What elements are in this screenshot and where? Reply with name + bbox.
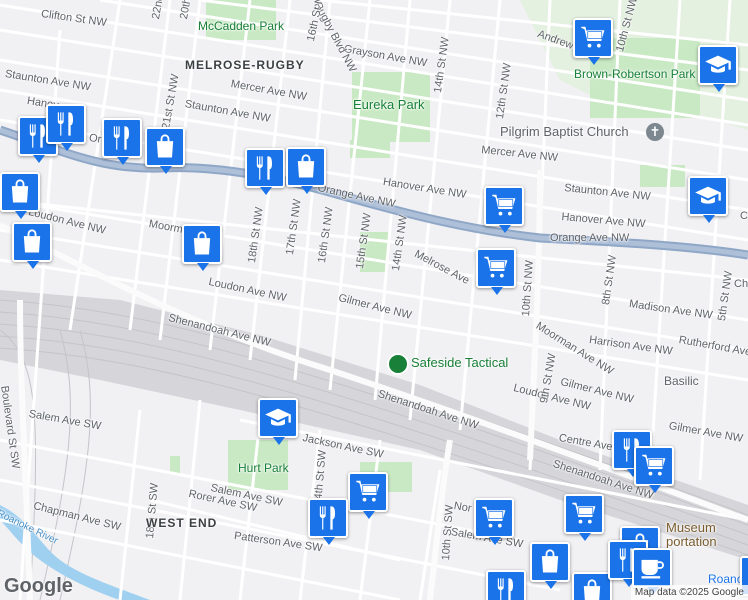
park-label[interactable]: McCadden Park bbox=[198, 19, 284, 33]
grocery-cart-pin[interactable] bbox=[348, 472, 388, 519]
neighborhood-label: WEST END bbox=[146, 516, 218, 530]
shopping-bag-pin[interactable] bbox=[145, 127, 185, 174]
grocery-cart-pin[interactable] bbox=[564, 494, 604, 541]
graduation-cap-icon bbox=[704, 51, 732, 79]
park-label[interactable]: Eureka Park bbox=[353, 97, 425, 112]
graduation-cap-pin[interactable] bbox=[698, 45, 738, 92]
graduation-cap-icon bbox=[694, 182, 722, 210]
graduation-cap-pin[interactable] bbox=[688, 176, 728, 223]
grocery-cart-icon bbox=[579, 24, 607, 52]
google-logo: Google bbox=[4, 575, 73, 597]
street-label: C bbox=[740, 210, 748, 222]
place-label: Basilic bbox=[664, 374, 699, 388]
restaurant-icon bbox=[251, 154, 279, 182]
grocery-cart-icon bbox=[490, 192, 518, 220]
grocery-cart-icon bbox=[354, 478, 382, 506]
restaurant-icon bbox=[314, 504, 342, 532]
grocery-cart-pin[interactable] bbox=[484, 186, 524, 233]
shopping-bag-pin[interactable] bbox=[0, 172, 40, 219]
grocery-cart-pin[interactable] bbox=[476, 248, 516, 295]
restaurant-pin[interactable] bbox=[486, 570, 526, 600]
restaurant-icon bbox=[52, 110, 80, 138]
shopping-bag-icon bbox=[578, 578, 606, 600]
shopping-bag-icon bbox=[151, 133, 179, 161]
shopping-bag-pin[interactable] bbox=[12, 222, 52, 269]
shopping-bag-pin[interactable] bbox=[530, 542, 570, 589]
street-label: Orange Ave NW bbox=[550, 232, 630, 244]
church-label[interactable]: Pilgrim Baptist Church bbox=[500, 124, 629, 139]
grocery-cart-pin[interactable] bbox=[634, 446, 674, 493]
place-label: Roano bbox=[708, 572, 744, 586]
restaurant-icon bbox=[492, 576, 520, 600]
shopping-bag-icon bbox=[18, 228, 46, 256]
restaurant-pin[interactable] bbox=[245, 148, 285, 195]
church-icon[interactable]: ✝ bbox=[646, 123, 664, 141]
grocery-cart-icon bbox=[640, 452, 668, 480]
street-label: Ch bbox=[734, 278, 748, 290]
restaurant-pin[interactable] bbox=[308, 498, 348, 545]
grocery-cart-icon bbox=[570, 500, 598, 528]
neighborhood-label: MELROSE-RUGBY bbox=[185, 58, 305, 72]
park-label[interactable]: Hurt Park bbox=[238, 461, 289, 475]
restaurant-pin[interactable] bbox=[102, 118, 142, 165]
street-label: Or bbox=[88, 132, 103, 146]
shopping-bag-icon bbox=[536, 548, 564, 576]
map-canvas[interactable]: Clifton St NW Staunton Ave NW Hanov Or S… bbox=[0, 0, 748, 600]
shopping-bag-icon bbox=[292, 153, 320, 181]
museum-label[interactable]: portation bbox=[666, 534, 717, 549]
shopping-bag-icon bbox=[188, 230, 216, 258]
shopping-bag-pin[interactable] bbox=[572, 572, 612, 600]
graduation-cap-pin[interactable] bbox=[258, 398, 298, 445]
coffee-cup-icon bbox=[638, 554, 666, 582]
store-marker-icon[interactable] bbox=[387, 353, 409, 375]
coffee-cup-pin[interactable] bbox=[632, 548, 672, 595]
park-label[interactable]: Brown-Robertson Park bbox=[574, 67, 695, 81]
store-label[interactable]: Safeside Tactical bbox=[411, 355, 508, 370]
graduation-cap-icon bbox=[264, 404, 292, 432]
grocery-cart-icon bbox=[482, 254, 510, 282]
grocery-cart-icon bbox=[480, 504, 508, 532]
map-attribution[interactable]: Map data ©2025 Google bbox=[630, 585, 748, 600]
restaurant-pin[interactable] bbox=[46, 104, 86, 151]
shopping-bag-pin[interactable] bbox=[286, 147, 326, 194]
grocery-cart-pin[interactable] bbox=[573, 18, 613, 65]
museum-label[interactable]: Museum bbox=[666, 520, 716, 535]
shopping-bag-icon bbox=[6, 178, 34, 206]
grocery-cart-pin[interactable] bbox=[474, 498, 514, 545]
restaurant-icon bbox=[108, 124, 136, 152]
shopping-bag-pin[interactable] bbox=[182, 224, 222, 271]
